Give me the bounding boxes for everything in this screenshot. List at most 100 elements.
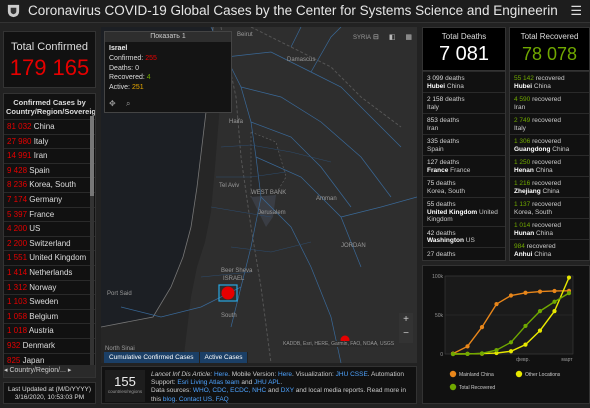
total-recovered-header: Total Recovered 78 078 [510,28,589,71]
chart-point [523,290,528,295]
total-recovered-value: 78 078 [521,44,578,64]
death-item[interactable]: 55 deaths United Kingdom United Kingdom [423,197,505,226]
contact-link[interactable]: Contact US [179,396,212,403]
total-deaths-value: 7 081 [438,43,490,65]
recovered-item[interactable]: 55 142 recovered Hubei China [510,71,589,92]
total-deaths-label: Total Deaths [441,32,487,41]
chart-legend-label: Total Recovered [459,385,495,391]
country-row[interactable]: 1 058 Belgium [4,308,95,324]
country-row[interactable]: 8 236 Korea, South [4,177,95,192]
zoom-to-icon[interactable]: ⌕ [126,99,130,108]
chart-point [552,309,557,314]
move-icon[interactable]: ✥ [109,99,116,108]
faq-link[interactable]: FAQ [216,396,229,403]
zoom-in-button[interactable]: + [399,313,413,327]
country-row[interactable]: 81 032 China [4,119,95,134]
chevron-left-icon[interactable]: ◂ [4,367,8,374]
sources-link[interactable]: WHO, CDC, ECDC, NHC [193,387,266,394]
country-row[interactable]: 2 200 Switzerland [4,235,95,251]
chart-point [508,293,514,298]
death-item[interactable]: 75 deaths Korea, South [423,176,505,197]
chart-point [537,289,543,294]
chart-point [508,349,514,354]
zoom-out-button[interactable]: − [399,327,413,341]
death-item[interactable]: 127 deaths France France [423,155,505,176]
chart-point [479,324,485,330]
popup-header: Показать 1 [105,32,231,42]
country-row[interactable]: 4 200 US [4,221,95,236]
chart-point [566,291,572,296]
recovered-item[interactable]: 4 590 recovered Iran [510,92,589,113]
chart-xtick: февр. [516,357,530,363]
chart-point [552,299,557,304]
country-row[interactable]: 1 414 Netherlands [4,264,95,280]
popup-tools: ✥ ⌕ [109,99,130,109]
chart-legend-label: Other Locations [525,372,561,378]
chart-point [552,288,557,294]
country-row[interactable]: 9 428 Spain [4,162,95,178]
chart-legend-label: Mainland China [459,372,494,378]
blog-link[interactable]: blog [163,396,175,403]
jhu-apl-link[interactable]: JHU APL [254,379,280,386]
chart-point [465,344,470,349]
recovered-item[interactable]: 1 250 recovered Henan China [510,155,589,176]
total-confirmed-value: 179 165 [9,55,90,80]
recovered-item[interactable]: 1 306 recovered Guangdong China [510,134,589,155]
country-row[interactable]: 27 980 Italy [4,133,95,149]
country-list-scrollbar[interactable] [90,116,94,371]
tab-cumulative-confirmed[interactable]: Cumulative Confirmed Cases [104,352,200,363]
esri-link[interactable]: Esri Living Atlas team [177,379,239,386]
map-label: JORDAN [341,243,366,249]
country-list-panel: Confirmed Cases by Country/Region/Sovere… [3,93,96,378]
death-item[interactable]: 3 099 deaths Hubei China [423,71,505,92]
chevron-right-icon[interactable]: ▸ [68,367,72,374]
map-tabs: Cumulative Confirmed Cases Active Cases [104,352,249,363]
map-label: Beirut [237,32,253,38]
country-row[interactable]: 1 103 Sweden [4,294,95,309]
deaths-list: 3 099 deaths Hubei China 2 158 deaths Ital… [423,71,505,247]
chart-point [537,309,543,314]
jhu-csse-link[interactable]: JHU CSSE [336,371,368,378]
basemap-icon[interactable]: ▦ [405,34,412,41]
map-label: Beer Sheva [221,268,253,274]
last-updated-value: 3/16/2020, 10:53:03 PM [14,394,85,401]
layers-icon[interactable]: ◧ [389,34,396,41]
map-label: Tel Aviv [219,183,239,189]
chart-xtick: март [561,357,573,363]
map-toolbar: ⊟ ◧ ▦ [373,33,412,41]
country-row[interactable]: 7 174 Germany [4,191,95,207]
last-updated-label: Last Updated at (M/D/YYYY) [7,386,92,393]
lancet-link[interactable]: Here [214,371,228,378]
country-row[interactable]: 1 018 Austria [4,323,95,338]
recovered-item[interactable]: 2 749 recovered Italy [510,113,589,134]
country-row[interactable]: 932 Denmark [4,337,95,353]
country-list-tab[interactable]: ◂ Country/Region/... ▸ [4,365,95,377]
recovered-item[interactable]: 1 014 recovered Hunan China [510,218,589,239]
death-item[interactable]: 853 deaths Iran [423,113,505,134]
menu-icon[interactable]: ☰ [570,3,582,19]
country-row[interactable]: 1 312 Norway [4,279,95,295]
popup-title: Israel [109,45,128,52]
recovered-item[interactable]: 984 recovered Anhui China [510,239,589,260]
recovered-item[interactable]: 1 216 recovered Zhejiang China [510,176,589,197]
dxy-link[interactable]: DXY [281,387,294,394]
recovered-list: 55 142 recovered Hubei China 4 590 recover… [510,71,589,260]
chart-point [508,340,514,345]
info-panel: 155 countries/regions Lancet Inf Dis Art… [101,366,417,404]
popup-active: Active: 251 [109,83,144,91]
country-row[interactable]: 14 991 Iran [4,148,95,163]
country-row[interactable]: 5 397 France [4,206,95,222]
chart-point [523,342,528,347]
map-label: WEST BANK [251,190,286,196]
tab-active-cases[interactable]: Active Cases [199,352,249,363]
mobile-link[interactable]: Here [278,371,292,378]
recovered-item[interactable]: 1 137 recovered Korea, South [510,197,589,218]
bookmark-icon[interactable]: ⊟ [373,34,379,41]
jhu-shield-icon [7,4,20,18]
country-row[interactable]: 1 551 United Kingdom [4,250,95,265]
death-item[interactable]: 2 158 deaths Italy [423,92,505,113]
death-item[interactable]: 42 deaths Washington US [423,225,505,247]
cases-chart: 0 50k 100k февр. март Mainland China Other Loc… [432,274,573,391]
death-item[interactable]: 335 deaths Spain [423,134,505,155]
app-header: Coronavirus COVID-19 Global Cases by the… [0,0,590,23]
